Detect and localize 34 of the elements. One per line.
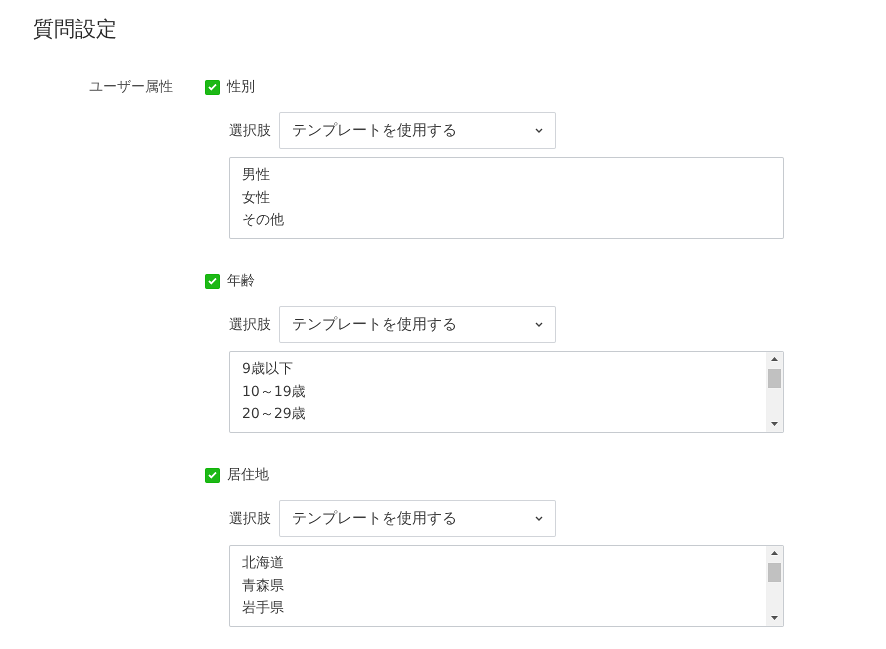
checkbox[interactable] [205, 468, 220, 482]
checkbox-label: 年齢 [227, 272, 255, 290]
choices-label: 選択肢 [229, 316, 271, 334]
option-text: 北海道 [242, 554, 284, 573]
option-text: 9歳以下 [242, 360, 293, 379]
chevron-down-icon [535, 322, 543, 327]
checkbox[interactable] [205, 274, 220, 288]
option-text: 女性 [242, 188, 270, 208]
option-text: 青森県 [242, 576, 284, 596]
scrollbar-drawing[interactable] [766, 546, 783, 626]
options-textarea[interactable]: 北海道 青森県 岩手県 [229, 545, 784, 627]
choices-label: 選択肢 [229, 122, 271, 140]
option-text: 岩手県 [242, 599, 284, 618]
check-icon [208, 83, 217, 91]
option-text: 男性 [242, 166, 270, 185]
checkbox-label: 居住地 [227, 466, 269, 484]
options-textarea[interactable]: 男性 女性 その他 [229, 157, 784, 239]
template-select[interactable]: テンプレートを使用する [279, 306, 556, 343]
options-textarea[interactable]: 9歳以下 10～19歳 20～29歳 [229, 351, 784, 433]
template-select[interactable]: テンプレートを使用する [279, 112, 556, 149]
scrollbar-drawing[interactable] [766, 352, 783, 432]
choices-label: 選択肢 [229, 510, 271, 528]
checkbox-label: 性別 [227, 78, 255, 96]
template-select[interactable]: テンプレートを使用する [279, 500, 556, 537]
checkbox[interactable] [205, 80, 220, 94]
check-icon [208, 277, 217, 285]
check-icon [208, 471, 217, 479]
chevron-down-icon [535, 516, 543, 521]
chevron-down-icon [535, 128, 543, 133]
option-text: 10～19歳 [242, 382, 306, 402]
option-text: その他 [242, 211, 284, 230]
group-label: ユーザー属性 [89, 78, 173, 97]
option-text: 20～29歳 [242, 405, 306, 424]
page-title: 質問設定 [33, 16, 117, 43]
